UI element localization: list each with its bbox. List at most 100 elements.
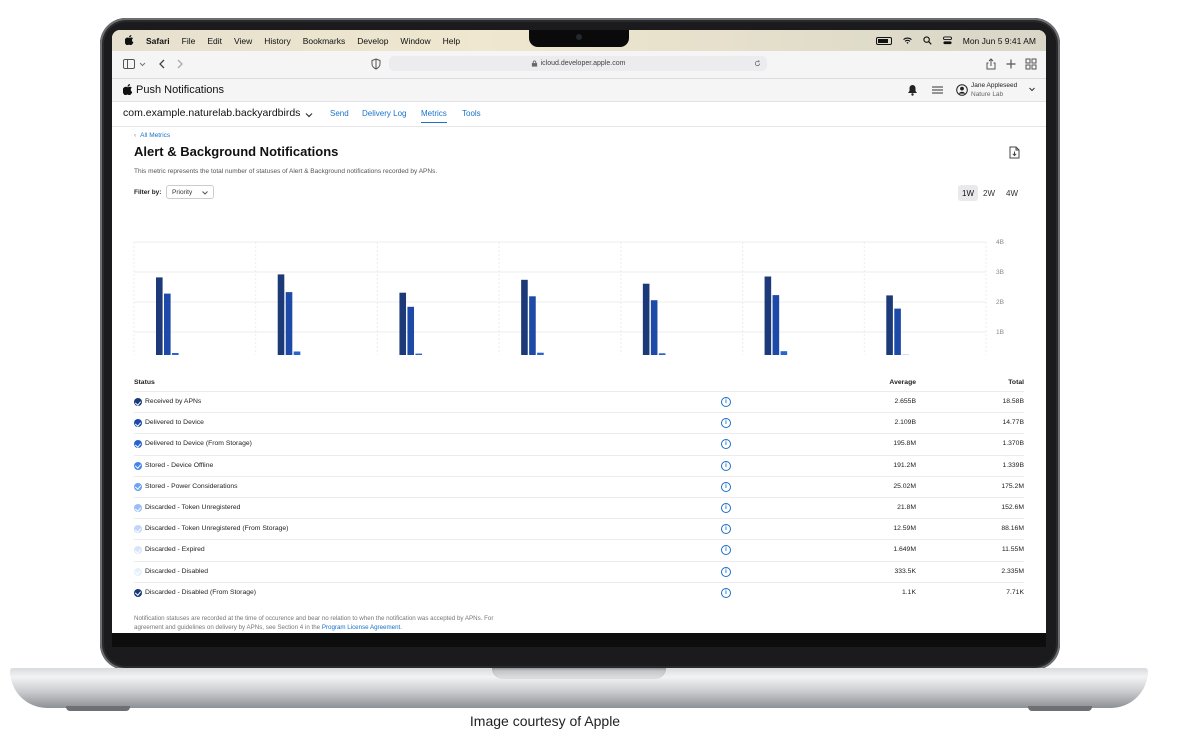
tab-tools[interactable]: Tools [462,109,481,118]
apple-logo-icon[interactable] [123,84,133,95]
bar[interactable] [172,353,179,355]
total-value: 2.335M [1001,567,1024,575]
page-description: This metric represents the total number … [134,168,438,175]
info-icon[interactable]: i [721,524,731,535]
range-4w[interactable]: 4W [1002,185,1022,201]
bell-icon[interactable] [907,84,918,96]
tab-send[interactable]: Send [330,109,349,118]
privacy-shield-icon[interactable] [370,58,382,70]
wifi-icon[interactable] [902,36,912,45]
menu-bookmarks[interactable]: Bookmarks [303,36,346,46]
app-nav: com.example.naturelab.backyardbirds Send… [112,102,1046,127]
table-row[interactable]: Discarded - Disabled i 333.5K 2.335M [134,560,1024,583]
apple-menu-icon[interactable] [122,34,136,47]
info-icon[interactable]: i [721,418,731,429]
back-icon[interactable] [156,58,168,70]
bar[interactable] [277,274,285,355]
bar[interactable] [285,292,293,355]
info-icon[interactable]: i [721,587,731,598]
status-check-icon [134,482,142,491]
bar[interactable] [537,352,544,355]
table-row[interactable]: Delivered to Device i 2.109B 14.77B [134,412,1024,434]
total-value: 14.77B [1002,419,1024,427]
sidebar-toggle-icon[interactable] [123,58,135,70]
chevron-down-icon[interactable] [1029,87,1035,92]
total-value: 1.339B [1002,461,1024,469]
menu-window[interactable]: Window [400,36,430,46]
breadcrumb-all-metrics[interactable]: All Metrics [140,132,170,139]
user-menu[interactable]: Jane Appleseed Nature Lab [971,81,1017,99]
bar[interactable] [894,308,901,355]
bar[interactable] [521,279,528,355]
bundle-id-selector[interactable]: com.example.naturelab.backyardbirds [123,107,300,119]
menu-clock[interactable]: Mon Jun 5 9:41 AM [963,36,1036,46]
table-row[interactable]: Discarded - Disabled (From Storage) i 1.1K… [134,581,1024,604]
menu-app-name[interactable]: Safari [146,36,170,46]
laptop-foot-left [66,706,130,711]
tab-delivery-log[interactable]: Delivery Log [362,109,406,118]
info-icon[interactable]: i [721,566,731,577]
range-1w[interactable]: 1W [958,185,978,201]
table-row[interactable]: Stored - Power Considerations i 25.02M 175.… [134,475,1024,498]
info-icon[interactable]: i [721,397,731,407]
table-row[interactable]: Discarded - Expired i 1.649M 11.55M [134,539,1024,561]
bar[interactable] [164,293,171,355]
filter-select[interactable]: Priority [166,185,214,199]
new-tab-icon[interactable] [1005,58,1017,70]
menu-history[interactable]: History [264,36,290,46]
control-center-icon[interactable] [942,36,952,45]
menu-view[interactable]: View [234,36,252,46]
y-tick-label: 2B [996,299,1004,306]
menu-edit[interactable]: Edit [207,36,222,46]
table-row[interactable]: Discarded - Token Unregistered (From Sto… [134,518,1024,540]
export-icon[interactable] [1009,146,1020,159]
laptop-opening-notch [492,668,666,679]
info-icon[interactable]: i [721,439,731,450]
tab-overview-icon[interactable] [1025,58,1037,70]
bar[interactable] [772,295,780,355]
bar[interactable] [293,351,301,356]
bar[interactable] [642,283,650,355]
info-icon[interactable]: i [721,481,731,492]
bar[interactable] [156,277,163,355]
range-2w[interactable]: 2W [979,185,999,201]
chevron-down-icon[interactable] [139,58,146,70]
bar[interactable] [650,300,658,355]
table-row[interactable]: Delivered to Device (From Storage) i 195.8… [134,433,1024,455]
address-bar[interactable]: icloud.developer.apple.com [389,56,767,71]
app-title: Push Notifications [136,84,225,96]
bar[interactable] [886,295,893,355]
forward-icon[interactable] [174,58,186,70]
bar[interactable] [764,276,772,356]
bar[interactable] [529,296,536,355]
user-avatar-icon[interactable] [956,84,968,96]
menu-help[interactable]: Help [443,36,460,46]
share-icon[interactable] [985,58,997,70]
menu-extras: Mon Jun 5 9:41 AM [875,30,1036,51]
info-icon[interactable]: i [721,545,731,556]
table-row[interactable]: Received by APNs i 2.655B 18.58B [134,391,1024,413]
table-row[interactable]: Discarded - Token Unregistered i 21.8M 152.… [134,497,1024,519]
reload-icon[interactable] [754,60,761,67]
bar[interactable] [658,353,666,355]
breadcrumb[interactable]: ‹ All Metrics [134,132,170,139]
info-icon[interactable]: i [721,503,731,513]
bar[interactable] [780,351,788,355]
info-icon[interactable]: i [721,460,731,471]
tab-metrics[interactable]: Metrics [421,109,447,123]
average-value: 21.8M [897,504,916,511]
license-agreement-link[interactable]: Program License Agreement [322,624,400,631]
menu-file[interactable]: File [182,36,196,46]
chevron-down-icon[interactable] [305,112,313,118]
menu-develop[interactable]: Develop [357,36,388,46]
bar[interactable] [415,353,423,355]
menu-lines-icon[interactable] [932,85,943,95]
bar[interactable] [407,306,415,355]
table-row[interactable]: Stored - Device Offline i 191.2M 1.339B [134,454,1024,477]
total-value: 1.370B [1002,440,1024,448]
footnote-end: . [400,623,402,631]
spotlight-search-icon[interactable] [923,36,932,45]
browser-toolbar: icloud.developer.apple.com [112,51,1046,79]
battery-icon[interactable] [875,36,892,45]
bar[interactable] [399,292,407,355]
